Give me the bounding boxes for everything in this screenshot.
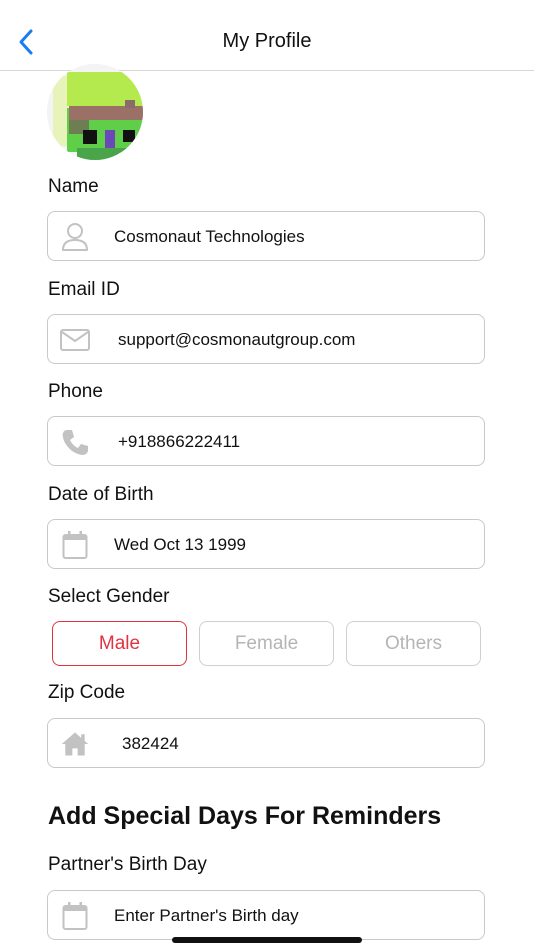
- phone-value: +918866222411: [118, 432, 241, 451]
- zip-field[interactable]: 382424: [47, 718, 485, 768]
- person-icon: [60, 222, 90, 252]
- email-value: support@cosmonautgroup.com: [118, 330, 356, 349]
- phone-label: Phone: [48, 381, 103, 402]
- partner-birthday-field[interactable]: Enter Partner's Birth day: [47, 890, 485, 940]
- home-icon: [60, 729, 90, 759]
- partner-birthday-placeholder: Enter Partner's Birth day: [114, 906, 299, 925]
- avatar-image: [47, 64, 143, 160]
- envelope-icon: [60, 325, 90, 355]
- nav-bar: My Profile: [0, 0, 534, 71]
- gender-label: Select Gender: [48, 586, 170, 607]
- email-field[interactable]: support@cosmonautgroup.com: [47, 314, 485, 364]
- calendar-icon: [60, 530, 90, 560]
- email-label: Email ID: [48, 279, 120, 300]
- name-field[interactable]: Cosmonaut Technologies: [47, 211, 485, 261]
- calendar-icon: [60, 901, 90, 931]
- gender-female-button[interactable]: Female: [199, 621, 334, 666]
- dob-value: Wed Oct 13 1999: [114, 535, 246, 554]
- phone-field[interactable]: +918866222411: [47, 416, 485, 466]
- avatar[interactable]: [47, 64, 143, 160]
- page-title: My Profile: [222, 30, 312, 52]
- gender-others-button[interactable]: Others: [346, 621, 481, 666]
- zip-label: Zip Code: [48, 682, 126, 703]
- partner-birthday-label: Partner's Birth Day: [48, 854, 207, 875]
- name-label: Name: [48, 176, 99, 197]
- home-indicator: [172, 937, 362, 943]
- dob-field[interactable]: Wed Oct 13 1999: [47, 519, 485, 569]
- dob-label: Date of Birth: [48, 484, 154, 505]
- name-value: Cosmonaut Technologies: [114, 227, 305, 246]
- gender-male-button[interactable]: Male: [52, 621, 187, 666]
- special-days-title: Add Special Days For Reminders: [48, 802, 442, 830]
- phone-icon: [60, 427, 90, 457]
- zip-value: 382424: [122, 734, 179, 753]
